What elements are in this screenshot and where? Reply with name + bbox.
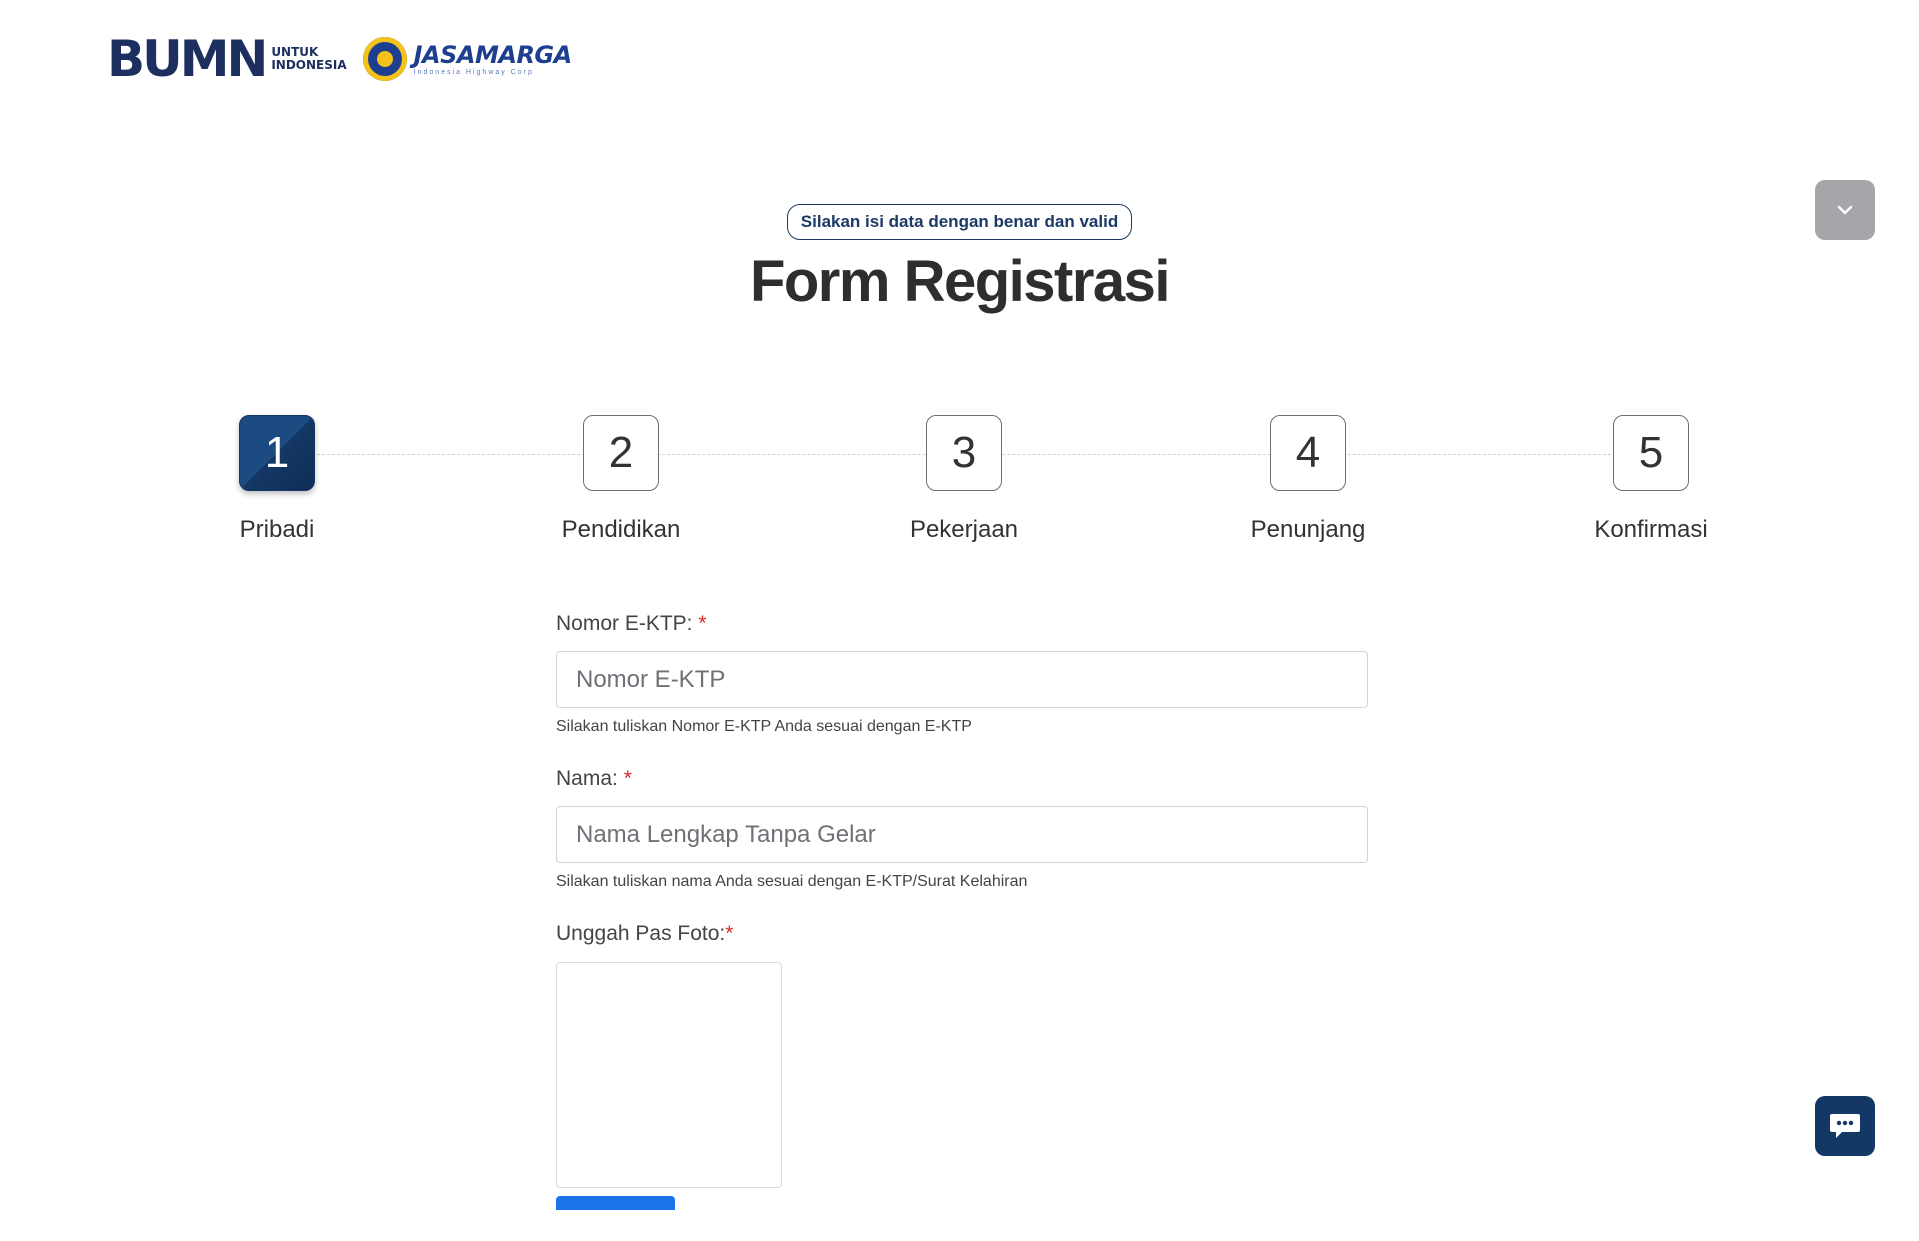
step-number: 2 — [583, 415, 659, 491]
required-marker: * — [623, 767, 632, 790]
chat-button[interactable] — [1815, 1096, 1875, 1156]
step-konfirmasi[interactable]: 5 Konfirmasi — [1531, 415, 1771, 544]
step-number: 3 — [926, 415, 1002, 491]
bumn-logo-mark: BUMN — [107, 30, 268, 88]
nama-help-text: Silakan tuliskan nama Anda sesuai dengan… — [556, 873, 1028, 890]
registration-stepper: 1 Pribadi 2 Pendidikan 3 Pekerjaan 4 Pen… — [0, 415, 1919, 555]
step-number: 4 — [1270, 415, 1346, 491]
registration-form: Nomor E-KTP: * Silakan tuliskan Nomor E-… — [556, 612, 1368, 1241]
foto-field-group: Unggah Pas Foto:* — [556, 922, 1368, 1210]
foto-label: Unggah Pas Foto:* — [556, 922, 734, 945]
bumn-logo-subtitle: UNTUK INDONESIA — [271, 46, 346, 72]
step-number: 1 — [239, 415, 315, 491]
jasamarga-logo-tagline: Indonesia Highway Corp — [413, 68, 534, 76]
jasamarga-logo: JASAMARGA Indonesia Highway Corp — [362, 37, 573, 81]
instruction-badge: Silakan isi data dengan benar dan valid — [786, 204, 1133, 240]
upload-photo-button[interactable] — [556, 1196, 675, 1210]
ktp-help-text: Silakan tuliskan Nomor E-KTP Anda sesuai… — [556, 718, 972, 735]
header-logos: BUMN UNTUK INDONESIA JASAMARGA Indonesia… — [107, 34, 572, 84]
required-marker: * — [698, 612, 707, 635]
step-label: Penunjang — [1250, 516, 1366, 543]
bumn-logo: BUMN UNTUK INDONESIA — [107, 34, 347, 84]
step-label: Pendidikan — [561, 516, 681, 543]
step-number: 5 — [1613, 415, 1689, 491]
step-label: Pribadi — [239, 516, 315, 543]
jasamarga-emblem-icon — [362, 37, 407, 81]
jasamarga-logo-name: JASAMARGA — [413, 40, 573, 69]
nama-input[interactable] — [556, 806, 1368, 863]
ktp-input[interactable] — [556, 651, 1368, 708]
step-pendidikan[interactable]: 2 Pendidikan — [501, 415, 741, 544]
required-marker: * — [725, 922, 734, 945]
page-title: Form Registrasi — [749, 249, 1171, 314]
step-pribadi[interactable]: 1 Pribadi — [157, 415, 397, 544]
step-label: Konfirmasi — [1594, 516, 1708, 543]
step-pekerjaan[interactable]: 3 Pekerjaan — [844, 415, 1084, 544]
ktp-field-group: Nomor E-KTP: * Silakan tuliskan Nomor E-… — [556, 612, 1368, 736]
chat-icon — [1830, 1114, 1860, 1138]
bumn-logo-subtitle-line2: INDONESIA — [271, 58, 347, 72]
ktp-label: Nomor E-KTP: * — [556, 612, 707, 635]
step-penunjang[interactable]: 4 Penunjang — [1188, 415, 1428, 544]
nama-label: Nama: * — [556, 767, 632, 790]
step-label: Pekerjaan — [909, 516, 1019, 543]
nama-field-group: Nama: * Silakan tuliskan nama Anda sesua… — [556, 767, 1368, 891]
photo-upload-preview[interactable] — [556, 962, 782, 1188]
